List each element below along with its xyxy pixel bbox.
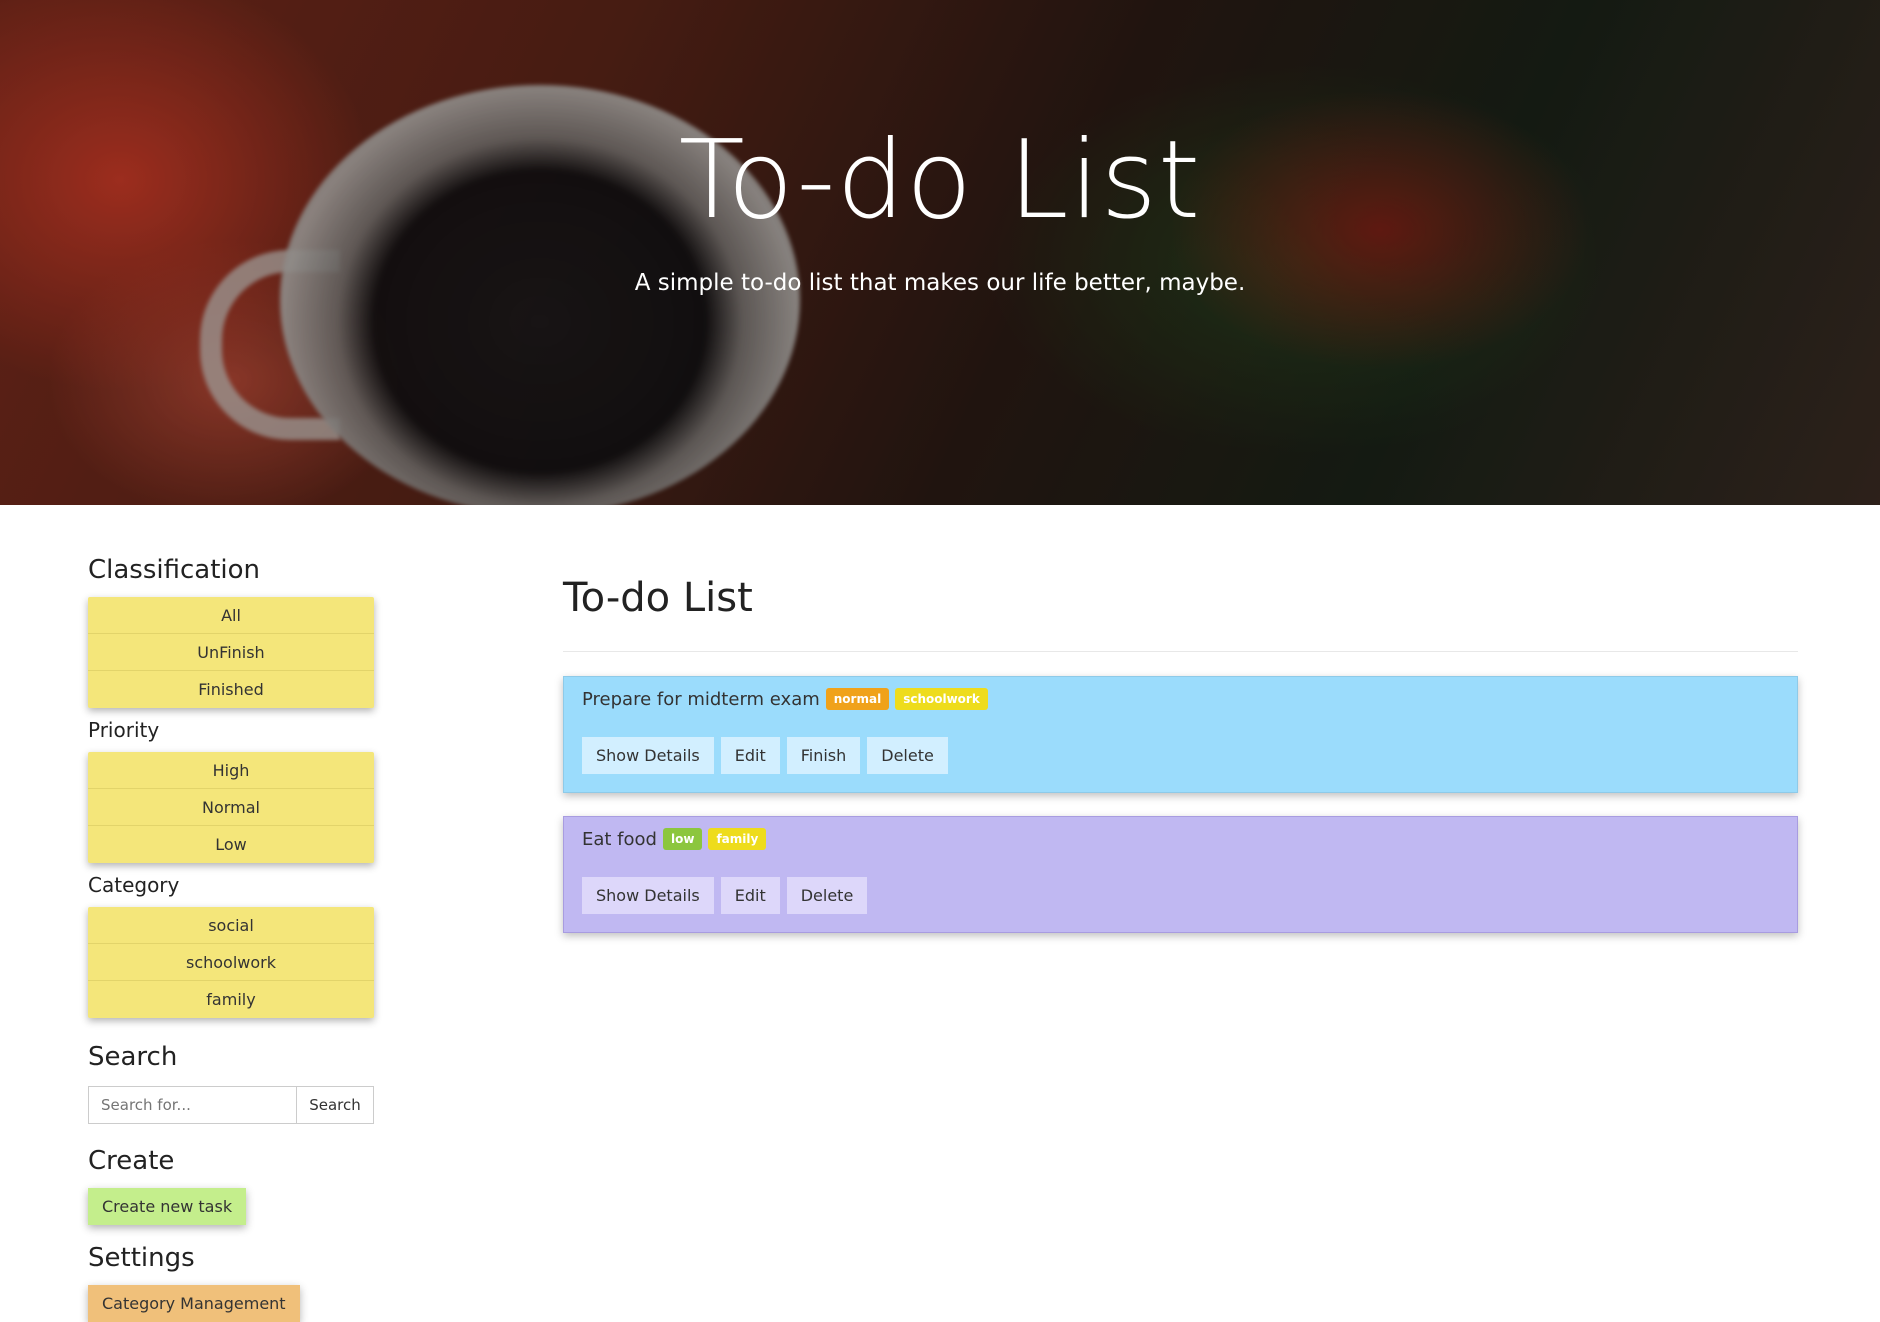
page-title: To-do List (563, 575, 753, 621)
priority-badge: low (662, 828, 703, 850)
sidebar: Classification All UnFinish Finished Pri… (88, 555, 374, 1322)
delete-button[interactable]: Delete (786, 877, 868, 914)
category-filter-group: social schoolwork family (88, 907, 374, 1018)
settings-heading: Settings (88, 1243, 195, 1273)
search-button[interactable]: Search (296, 1086, 374, 1124)
task-actions: Show Details Edit Finish Delete (582, 737, 1779, 774)
category-heading: Category (88, 873, 180, 897)
edit-button[interactable]: Edit (720, 877, 780, 914)
filter-social-button[interactable]: social (88, 907, 374, 944)
task-title: Prepare for midterm exam (582, 688, 820, 710)
hero-overlay (0, 0, 1880, 505)
task-header: Prepare for midterm exam normal schoolwo… (582, 687, 1779, 711)
filter-all-button[interactable]: All (88, 597, 374, 634)
create-task-button[interactable]: Create new task (88, 1188, 247, 1225)
task-title: Eat food (582, 828, 657, 850)
priority-badge: normal (825, 688, 890, 710)
hero-banner: To-do List A simple to-do list that make… (0, 0, 1880, 505)
task-actions: Show Details Edit Delete (582, 877, 1779, 914)
create-heading: Create (88, 1146, 175, 1176)
category-badge: family (708, 828, 767, 850)
task-card: Prepare for midterm exam normal schoolwo… (563, 676, 1798, 793)
edit-button[interactable]: Edit (720, 737, 780, 774)
task-card: Eat food low family Show Details Edit De… (563, 816, 1798, 933)
category-badge: schoolwork (895, 688, 988, 710)
title-divider (563, 651, 1798, 652)
filter-low-button[interactable]: Low (88, 826, 374, 863)
show-details-button[interactable]: Show Details (582, 877, 714, 914)
filter-schoolwork-button[interactable]: schoolwork (88, 944, 374, 981)
hero-subtitle: A simple to-do list that makes our life … (634, 270, 1246, 296)
category-management-button[interactable]: Category Management (88, 1285, 300, 1322)
classification-filter-group: All UnFinish Finished (88, 597, 374, 708)
filter-unfinish-button[interactable]: UnFinish (88, 634, 374, 671)
priority-filter-group: High Normal Low (88, 752, 374, 863)
search-row: Search (88, 1086, 374, 1124)
show-details-button[interactable]: Show Details (582, 737, 714, 774)
delete-button[interactable]: Delete (867, 737, 948, 774)
priority-heading: Priority (88, 718, 160, 742)
task-header: Eat food low family (582, 827, 1779, 851)
main-content: To-do List Prepare for midterm exam norm… (563, 575, 1798, 956)
filter-high-button[interactable]: High (88, 752, 374, 789)
search-heading: Search (88, 1042, 178, 1072)
search-input[interactable] (88, 1086, 296, 1124)
filter-normal-button[interactable]: Normal (88, 789, 374, 826)
filter-finished-button[interactable]: Finished (88, 671, 374, 708)
filter-family-button[interactable]: family (88, 981, 374, 1018)
classification-heading: Classification (88, 555, 261, 585)
finish-button[interactable]: Finish (786, 737, 861, 774)
hero-title: To-do List (678, 118, 1202, 243)
